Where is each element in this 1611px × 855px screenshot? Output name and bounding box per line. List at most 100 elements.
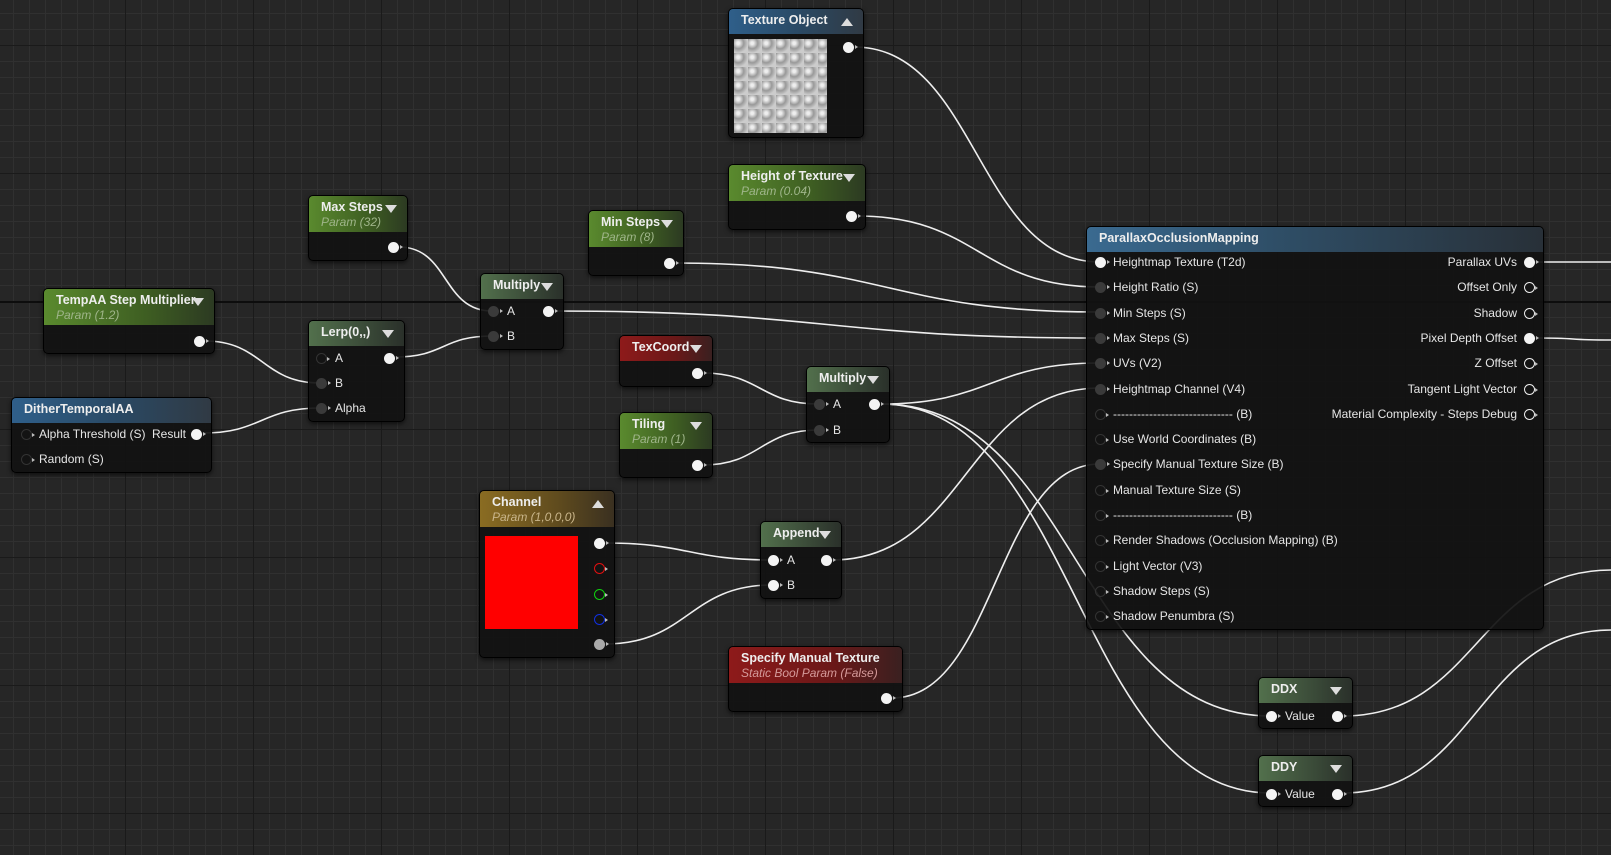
node-ddy[interactable]: DDY Value (1258, 755, 1353, 807)
dropdown-icon[interactable] (690, 345, 702, 353)
node-multiply[interactable]: Multiply A B (480, 273, 564, 350)
dropdown-icon[interactable] (1330, 687, 1342, 695)
dropdown-icon[interactable] (661, 220, 673, 228)
node-append[interactable]: Append A B (760, 521, 842, 599)
node-multiply-uv[interactable]: Multiply A B (806, 366, 890, 443)
output-pin-r[interactable] (594, 563, 608, 574)
node-min-steps[interactable]: Min Steps Param (8) (588, 210, 684, 276)
input-pin[interactable] (316, 378, 331, 389)
output-pin-a[interactable] (594, 639, 609, 650)
output-pin[interactable] (692, 368, 707, 379)
output-pin[interactable] (1524, 358, 1538, 370)
input-pin[interactable] (1095, 459, 1110, 471)
output-pin[interactable] (388, 242, 403, 253)
pin-label: Offset Only (1457, 280, 1517, 295)
output-pin[interactable] (843, 42, 858, 53)
node-title: TexCoord (632, 340, 690, 354)
pin-label: ------------------------------ (B) (1113, 406, 1253, 421)
output-pin[interactable] (194, 336, 209, 347)
output-pin[interactable] (1332, 711, 1347, 722)
node-tiling[interactable]: Tiling Param (1) (619, 412, 713, 478)
collapse-icon[interactable] (841, 18, 853, 26)
output-pin[interactable] (1524, 332, 1539, 344)
input-pin[interactable] (316, 403, 331, 414)
output-pin[interactable] (384, 353, 399, 364)
node-dither-temporal-aa[interactable]: DitherTemporalAA Alpha Threshold (S) Res… (11, 397, 212, 473)
input-pin[interactable] (1095, 307, 1110, 319)
input-pin[interactable] (21, 429, 35, 440)
output-pin-g[interactable] (594, 589, 608, 600)
output-pin[interactable] (543, 306, 558, 317)
input-pin[interactable] (1095, 535, 1109, 547)
dropdown-icon[interactable] (867, 376, 879, 384)
node-parallax-occlusion-mapping[interactable]: ParallaxOcclusionMapping Heightmap Textu… (1086, 226, 1544, 630)
node-texture-object[interactable]: Texture Object (728, 8, 864, 138)
node-max-steps[interactable]: Max Steps Param (32) (308, 195, 408, 261)
output-pin[interactable] (1524, 282, 1538, 294)
pin-label: Max Steps (S) (1113, 330, 1190, 345)
dropdown-icon[interactable] (819, 531, 831, 539)
output-pin[interactable] (692, 460, 707, 471)
input-pin[interactable] (1095, 358, 1110, 370)
pin-label: Render Shadows (Occlusion Mapping) (B) (1113, 533, 1338, 548)
input-pin[interactable] (1095, 434, 1109, 446)
dropdown-icon[interactable] (385, 205, 397, 213)
node-title: Specify Manual Texture (741, 651, 880, 665)
node-subtitle: Param (1) (632, 432, 686, 446)
pin-label: Alpha Threshold (S) (39, 427, 146, 441)
input-pin[interactable] (1095, 484, 1109, 496)
output-pin[interactable] (881, 693, 896, 704)
node-texcoord[interactable]: TexCoord (619, 335, 713, 387)
input-pin[interactable] (488, 331, 503, 342)
output-pin[interactable] (1524, 383, 1538, 395)
node-specify-manual-texture[interactable]: Specify Manual Texture Static Bool Param … (728, 646, 903, 712)
input-pin[interactable] (1095, 510, 1109, 521)
input-pin[interactable] (814, 425, 829, 436)
output-pin-b[interactable] (594, 614, 608, 625)
dropdown-icon[interactable] (690, 422, 702, 430)
input-pin[interactable] (814, 399, 829, 410)
output-pin[interactable] (869, 399, 884, 410)
collapse-icon[interactable] (592, 500, 604, 508)
node-channel[interactable]: Channel Param (1,0,0,0) (479, 490, 615, 658)
input-pin[interactable] (1095, 560, 1109, 572)
pin-label: A (335, 351, 344, 365)
input-pin[interactable] (316, 353, 330, 364)
output-pin[interactable] (821, 555, 836, 566)
node-title: Max Steps (321, 200, 383, 214)
node-ddx[interactable]: DDX Value (1258, 677, 1353, 729)
node-height-of-texture[interactable]: Height of Texture Param (0.04) (728, 164, 866, 230)
input-pin[interactable] (1095, 383, 1110, 395)
input-pin[interactable] (1095, 282, 1110, 294)
pin-label: ------------------------------ (B) (1113, 508, 1253, 522)
pin-label: Manual Texture Size (S) (1113, 482, 1241, 497)
output-pin[interactable] (846, 211, 861, 222)
node-lerp[interactable]: Lerp(0,,) A B Alpha (308, 320, 405, 422)
output-pin[interactable] (664, 258, 679, 269)
dropdown-icon[interactable] (382, 330, 394, 338)
output-pin[interactable] (191, 429, 206, 440)
pin-label: B (335, 376, 344, 390)
output-pin[interactable] (1332, 789, 1347, 800)
input-pin[interactable] (768, 555, 783, 566)
input-pin[interactable] (1095, 408, 1109, 420)
input-pin[interactable] (488, 306, 503, 317)
input-pin[interactable] (1266, 789, 1281, 800)
pin-label: Light Vector (V3) (1113, 558, 1203, 573)
output-pin[interactable] (1524, 257, 1539, 268)
input-pin[interactable] (1095, 585, 1109, 597)
input-pin[interactable] (768, 580, 783, 591)
dropdown-icon[interactable] (843, 174, 855, 182)
input-pin[interactable] (1095, 611, 1109, 623)
output-pin-rgba[interactable] (594, 538, 609, 549)
dropdown-icon[interactable] (1330, 765, 1342, 773)
input-pin[interactable] (1095, 332, 1110, 344)
node-tempaa-step-multiplier[interactable]: TempAA Step Multiplier Param (1.2) (43, 288, 215, 354)
input-pin[interactable] (1266, 711, 1281, 722)
dropdown-icon[interactable] (192, 298, 204, 306)
input-pin[interactable] (1095, 257, 1110, 268)
input-pin[interactable] (21, 454, 35, 465)
output-pin[interactable] (1524, 408, 1538, 420)
dropdown-icon[interactable] (541, 283, 553, 291)
output-pin[interactable] (1524, 307, 1538, 319)
